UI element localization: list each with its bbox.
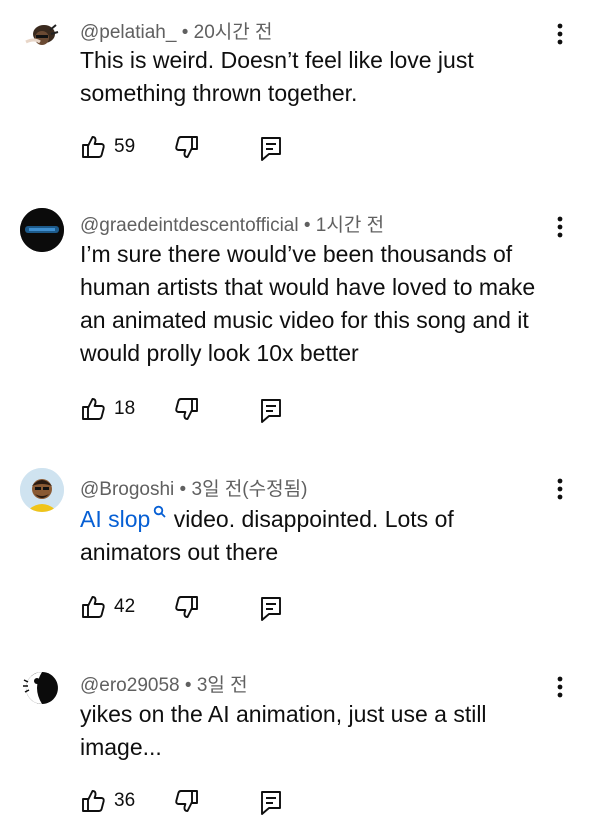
author-handle[interactable]: @ero29058 (80, 675, 180, 696)
comment-menu-button[interactable] (548, 474, 572, 504)
timestamp[interactable]: 1시간 전 (316, 215, 384, 236)
thumbs-down-icon (175, 596, 198, 618)
reply-button[interactable] (258, 594, 284, 627)
comment-menu-button[interactable] (548, 672, 572, 702)
timestamp[interactable]: 3일 전(수정됨) (192, 479, 308, 500)
dislike-button[interactable] (174, 594, 200, 625)
author-handle[interactable]: @pelatiah_ (80, 22, 176, 43)
comment-item: @ero29058 • 3일 전 yikes on the AI animati… (0, 648, 600, 840)
more-vert-icon (557, 676, 563, 698)
thumbs-up-icon (82, 398, 105, 420)
dislike-button[interactable] (174, 134, 200, 165)
reply-button[interactable] (258, 134, 284, 167)
comment-text: I’m sure there would’ve been thousands o… (80, 241, 536, 366)
comment-text: AI slop video. disappointed. Lots of ani… (80, 503, 500, 569)
comment-actions: 18 (80, 396, 380, 426)
dislike-button[interactable] (174, 396, 200, 427)
avatar[interactable] (20, 14, 64, 58)
like-button[interactable]: 36 (80, 788, 135, 819)
like-button[interactable]: 42 (80, 594, 135, 625)
thumbs-down-icon (175, 398, 198, 420)
meta-separator: • (174, 479, 192, 500)
thumbs-up-icon (82, 136, 105, 158)
avatar[interactable] (20, 208, 64, 252)
like-count: 59 (114, 136, 136, 157)
search-link-label[interactable]: AI slop (80, 506, 150, 532)
search-icon (154, 505, 166, 518)
like-count: 36 (114, 790, 136, 811)
meta-separator: • (179, 675, 197, 696)
thumbs-up-icon (82, 790, 105, 812)
dislike-button[interactable] (174, 788, 200, 819)
comment-meta: @pelatiah_ • 20시간 전 (80, 17, 273, 44)
comment-meta: @graedeintdescentofficial • 1시간 전 (80, 210, 384, 237)
reply-icon (261, 597, 281, 621)
timestamp[interactable]: 3일 전 (197, 675, 248, 696)
comment-meta: @Brogoshi • 3일 전(수정됨) (80, 474, 307, 501)
more-vert-icon (557, 478, 563, 500)
reply-icon (261, 399, 281, 423)
reply-icon (261, 791, 281, 815)
comment-actions: 59 (80, 134, 380, 164)
more-vert-icon (557, 23, 563, 45)
like-count: 42 (114, 596, 136, 617)
timestamp[interactable]: 20시간 전 (194, 22, 273, 43)
comment-text: This is weird. Doesn’t feel like love ju… (80, 47, 474, 106)
comment-actions: 42 (80, 594, 380, 624)
avatar[interactable] (20, 468, 64, 512)
comment-item: @pelatiah_ • 20시간 전 This is weird. Doesn… (0, 0, 600, 190)
author-handle[interactable]: @graedeintdescentofficial (80, 215, 299, 236)
reply-button[interactable] (258, 788, 284, 821)
comment-text: yikes on the AI animation, just use a st… (80, 701, 487, 760)
thumbs-down-icon (175, 790, 198, 812)
reply-button[interactable] (258, 396, 284, 429)
like-button[interactable]: 18 (80, 396, 135, 427)
thumbs-up-icon (82, 596, 105, 618)
comment-actions: 36 (80, 788, 380, 818)
like-button[interactable]: 59 (80, 134, 135, 165)
meta-separator: • (176, 22, 194, 43)
meta-separator: • (298, 215, 316, 236)
comment-meta: @ero29058 • 3일 전 (80, 670, 248, 697)
comment-item: @Brogoshi • 3일 전(수정됨) AI slop video. dis… (0, 452, 600, 648)
thumbs-down-icon (175, 136, 198, 158)
avatar[interactable] (20, 666, 64, 710)
author-handle[interactable]: @Brogoshi (80, 479, 174, 500)
comment-menu-button[interactable] (548, 19, 572, 49)
reply-icon (261, 137, 281, 161)
comment-item: @graedeintdescentofficial • 1시간 전 I’m su… (0, 190, 600, 452)
like-count: 18 (114, 398, 136, 419)
search-link[interactable]: AI slop (80, 505, 167, 532)
